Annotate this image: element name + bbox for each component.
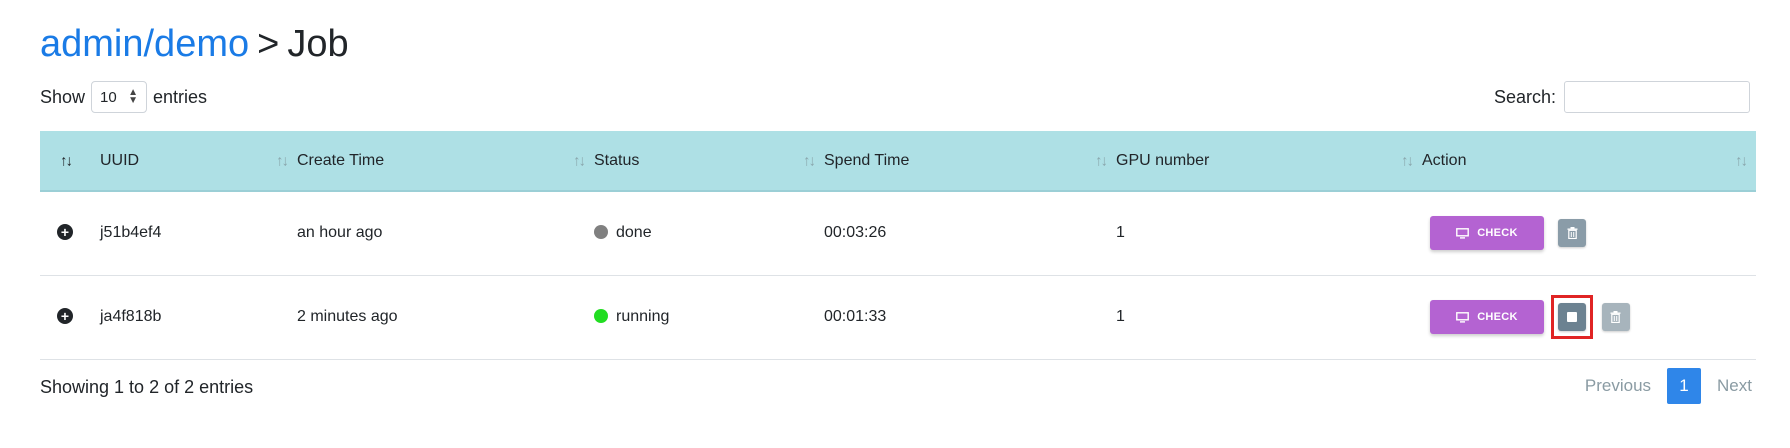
create-time-cell: an hour ago: [297, 224, 383, 242]
table-row: + ja4f818b 2 minutes ago running 00:01:3…: [40, 275, 1756, 359]
plus-circle-icon[interactable]: +: [57, 308, 73, 324]
sort-icon: ↑↓: [60, 152, 73, 169]
sort-icon: ↑↓: [1401, 152, 1414, 169]
gpu-cell: 1: [1116, 308, 1125, 325]
jobs-table: ↑↓ UUID ↑↓ Create Time ↑↓ Status ↑↓ Spend T…: [40, 131, 1756, 360]
sort-icon: ↑↓: [1095, 152, 1108, 169]
gpu-cell: 1: [1116, 224, 1125, 242]
action-cell: CHECK: [1422, 275, 1756, 359]
search-input[interactable]: [1564, 81, 1750, 113]
uuid-cell: ja4f818b: [100, 308, 162, 325]
status-cell: running: [594, 275, 824, 359]
check-button[interactable]: CHECK: [1430, 216, 1544, 251]
next-page-button[interactable]: Next: [1701, 376, 1768, 396]
monitor-icon: [1456, 227, 1470, 239]
breadcrumb-current: Job: [287, 23, 349, 65]
previous-page-button[interactable]: Previous: [1569, 376, 1667, 396]
action-cell: CHECK: [1422, 191, 1756, 275]
table-row: + j51b4ef4 an hour ago done 00:03:26 1 C…: [40, 191, 1756, 275]
stop-icon: [1567, 312, 1578, 322]
breadcrumb-link[interactable]: admin/demo: [40, 23, 249, 65]
check-button[interactable]: CHECK: [1430, 300, 1544, 334]
entries-select-value: 10: [100, 88, 117, 106]
search-label: Search:: [1493, 86, 1556, 107]
delete-button[interactable]: [1601, 303, 1630, 331]
column-header-action[interactable]: Action ↑↓: [1422, 131, 1756, 191]
status-cell: done: [594, 191, 824, 275]
sort-icon: ↑↓: [573, 152, 586, 169]
column-header-spend-time[interactable]: Spend Time ↑↓: [824, 131, 1116, 191]
show-label: Show: [40, 86, 86, 107]
page-1-button[interactable]: 1: [1667, 368, 1702, 404]
page: admin/demo > Job Show 10 ▲ ▼ entries Search…: [0, 0, 1790, 448]
entries-control: Show 10 ▲ ▼ entries: [40, 80, 207, 114]
page-title: admin/demo > Job: [40, 16, 349, 72]
column-header-uuid[interactable]: UUID ↑↓: [100, 131, 297, 191]
create-time-cell: 2 minutes ago: [297, 308, 398, 325]
trash-icon: [1567, 227, 1578, 240]
expand-column-header[interactable]: ↑↓: [40, 131, 100, 191]
spend-time-cell: 00:01:33: [824, 308, 887, 325]
column-header-gpu-number[interactable]: GPU number ↑↓: [1116, 131, 1422, 191]
column-header-create-time[interactable]: Create Time ↑↓: [297, 131, 594, 191]
uuid-cell: j51b4ef4: [100, 224, 162, 242]
sort-icon: ↑↓: [276, 152, 289, 169]
status-dot: [594, 225, 608, 240]
column-header-status[interactable]: Status ↑↓: [594, 131, 824, 191]
spend-time-cell: 00:03:26: [824, 224, 887, 242]
stop-button-highlight: [1551, 295, 1594, 339]
sort-icon: ↑↓: [1735, 152, 1748, 169]
entries-label: entries: [153, 86, 208, 107]
table-header-row: ↑↓ UUID ↑↓ Create Time ↑↓ Status ↑↓ Spend T…: [40, 131, 1756, 191]
breadcrumb-separator: >: [257, 23, 280, 65]
delete-button[interactable]: [1558, 219, 1587, 248]
stop-button[interactable]: [1558, 303, 1587, 331]
select-arrows-icon: ▲ ▼: [128, 87, 139, 106]
sort-icon: ↑↓: [803, 152, 816, 169]
entries-select[interactable]: 10 ▲ ▼: [91, 81, 148, 113]
search-control: Search:: [1494, 80, 1750, 114]
status-dot: [594, 308, 608, 323]
table-info: Showing 1 to 2 of 2 entries: [40, 377, 254, 397]
pagination: Previous 1 Next: [1569, 368, 1768, 404]
plus-circle-icon[interactable]: +: [57, 224, 73, 241]
monitor-icon: [1456, 311, 1470, 323]
trash-icon: [1610, 311, 1621, 323]
